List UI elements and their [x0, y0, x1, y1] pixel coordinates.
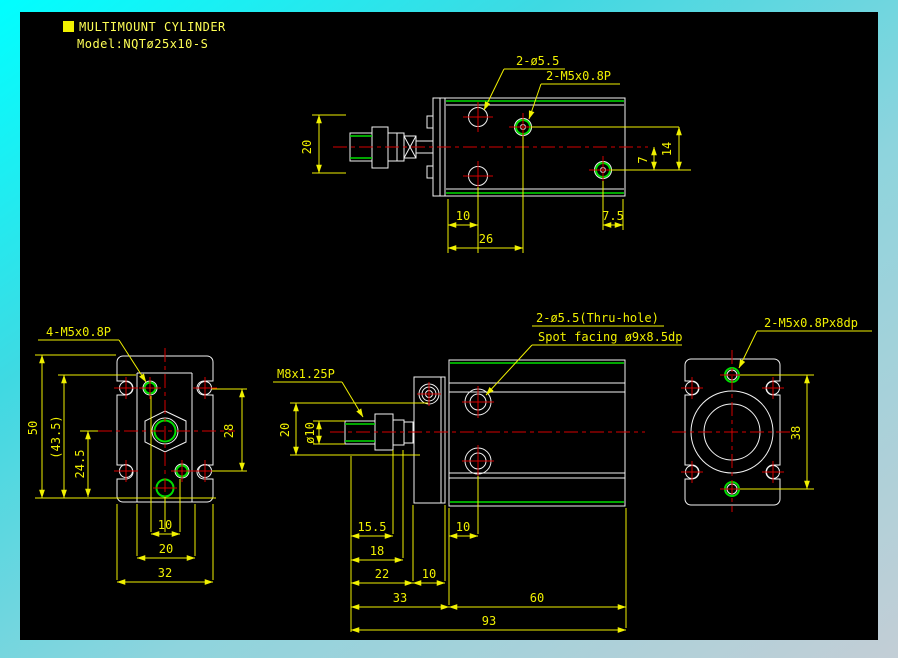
dim-hole-span: 26 [479, 232, 493, 246]
end-view: 2-M5x0.8Px8dp 38 [672, 316, 872, 512]
dim-center-offset: 7 [636, 156, 650, 163]
drawing-canvas: MULTIMOUNT CYLINDER Model:NQTø25x10-S 20… [20, 12, 878, 640]
dim-rod-length: 15.5 [358, 520, 387, 534]
dim-edge-offset: 7.5 [602, 209, 624, 223]
label-thread-holes-m5: 2-M5x0.8P [546, 69, 611, 83]
cad-drawing: MULTIMOUNT CYLINDER Model:NQTø25x10-S 20… [26, 20, 872, 633]
dim-hole-spacing: 14 [660, 142, 674, 156]
dim-body-width: 20 [159, 542, 173, 556]
dim-22: 22 [375, 567, 389, 581]
end-view-centerlines [672, 350, 792, 512]
dim-ref-height: (43.5) [49, 415, 63, 458]
side-view-geometry [344, 359, 626, 507]
label-thread-holes-end: 2-M5x0.8Px8dp [764, 316, 858, 330]
top-view: 20 2-ø5.5 2-M5x0.8P 7 14 10 26 7.5 [300, 54, 691, 253]
label-thru-hole-line1: 2-ø5.5(Thru-hole) [536, 311, 659, 325]
title-block: MULTIMOUNT CYLINDER Model:NQTø25x10-S [63, 20, 226, 51]
front-view: 4-M5x0.8P 50 (43.5) 24.5 28 10 20 32 [26, 325, 247, 585]
dim-height: 50 [26, 421, 40, 435]
side-view-centerlines [330, 382, 645, 477]
dim-hole-offset: 10 [456, 209, 470, 223]
label-rod-thread: M8x1.25P [277, 367, 335, 381]
dim-port-offset: 24.5 [73, 450, 87, 479]
dim-body-length: 60 [530, 591, 544, 605]
dim-rod-diameter: ø10 [303, 422, 317, 444]
dim-hole-span-h: 10 [158, 518, 172, 532]
dim-hole-span-v: 28 [222, 424, 236, 438]
label-holes-5-5: 2-ø5.5 [516, 54, 559, 68]
cad-window-frame: MULTIMOUNT CYLINDER Model:NQTø25x10-S 20… [0, 0, 898, 658]
dim-width: 32 [158, 566, 172, 580]
dim-total-length: 93 [482, 614, 496, 628]
dim-plate-height: 20 [278, 423, 292, 437]
label-thread-holes-4m5: 4-M5x0.8P [46, 325, 111, 339]
dim-hole-offset: 10 [456, 520, 470, 534]
dim-18: 18 [370, 544, 384, 558]
dim-plate-thickness: 10 [422, 567, 436, 581]
drawing-model: Model:NQTø25x10-S [77, 37, 208, 51]
top-view-dimensions: 20 2-ø5.5 2-M5x0.8P 7 14 10 26 7.5 [300, 54, 691, 253]
dim-rod-width: 20 [300, 140, 314, 154]
title-bullet-square [63, 21, 74, 32]
side-view: 2-ø5.5(Thru-hole) Spot facing ø9x8.5dp M… [273, 311, 683, 633]
drawing-title: MULTIMOUNT CYLINDER [79, 20, 226, 34]
dim-33: 33 [393, 591, 407, 605]
label-thru-hole-line2: Spot facing ø9x8.5dp [538, 330, 683, 344]
dim-hole-span-end: 38 [789, 426, 803, 440]
cylinder-body [448, 359, 626, 507]
